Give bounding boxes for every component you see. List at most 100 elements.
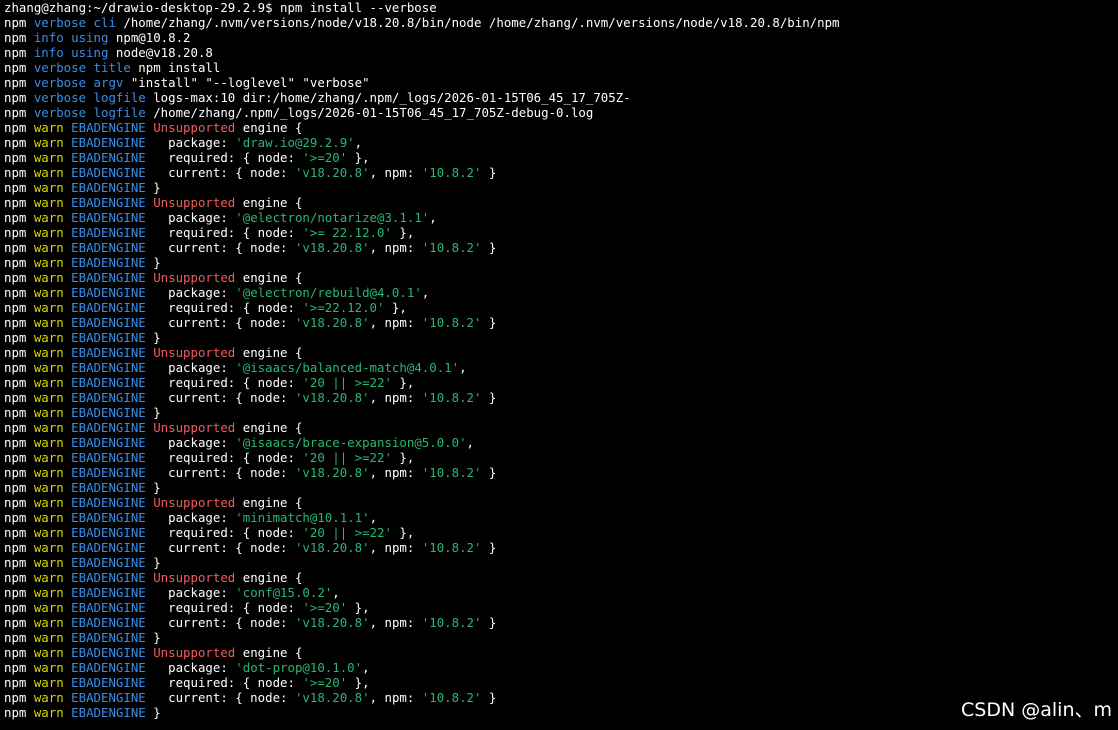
terminal-text-segment: warn [33, 315, 64, 330]
terminal-text-segment: 'v18.20.8' [294, 390, 370, 405]
terminal-line: npm verbose title npm install [4, 60, 1114, 75]
terminal-text-segment: EBADENGINE [63, 585, 146, 600]
terminal-text-segment: npm [4, 570, 34, 585]
terminal-text-segment: npm [4, 15, 34, 30]
terminal-text-segment: warn [33, 600, 64, 615]
terminal-text-segment: warn [33, 510, 64, 525]
terminal-text-segment: , npm: [369, 390, 422, 405]
terminal-text-segment: '@electron/notarize@3.1.1' [235, 210, 430, 225]
terminal-text-segment: npm [4, 420, 34, 435]
terminal-text-segment: warn [33, 150, 64, 165]
terminal-text-segment: Unsupported [145, 495, 236, 510]
terminal-text-segment: warn [33, 660, 64, 675]
terminal-text-segment: npm [4, 450, 34, 465]
terminal-text-segment: } [481, 165, 497, 180]
terminal-text-segment: } [145, 405, 161, 420]
terminal-text-segment: npm [4, 75, 34, 90]
terminal-text-segment: npm [4, 90, 34, 105]
terminal-line: zhang@zhang:~/drawio-desktop-29.2.9$ npm… [4, 0, 1114, 15]
terminal-text-segment: required: { node: [145, 525, 303, 540]
terminal-text-segment: warn [33, 195, 64, 210]
terminal-text-segment: 'v18.20.8' [294, 540, 370, 555]
terminal-text-segment: , npm: [369, 315, 422, 330]
terminal-text-segment: 'dot-prop@10.1.0' [235, 660, 363, 675]
terminal-line: npm warn EBADENGINE package: 'draw.io@29… [4, 135, 1114, 150]
terminal-text-segment: warn [33, 675, 64, 690]
terminal-text-segment: '20 || >=22' [302, 450, 392, 465]
terminal-line: npm warn EBADENGINE required: { node: '>… [4, 600, 1114, 615]
terminal-line: npm warn EBADENGINE current: { node: 'v1… [4, 165, 1114, 180]
terminal-text-segment: current: { node: [145, 540, 295, 555]
terminal-text-segment: } [145, 330, 161, 345]
terminal-text-segment: package: [145, 285, 236, 300]
terminal-text-segment: verbose cli [33, 15, 116, 30]
terminal-text-segment: package: [145, 585, 236, 600]
terminal-text-segment: EBADENGINE [63, 120, 146, 135]
terminal-text-segment: 'v18.20.8' [294, 465, 370, 480]
terminal-text-segment: }, [391, 525, 415, 540]
terminal-text-segment: engine { [235, 645, 303, 660]
terminal-text-segment: logs-max:10 dir:/home/zhang/.npm/_logs/2… [145, 90, 631, 105]
terminal-text-segment: warn [33, 405, 64, 420]
terminal-text-segment: '20 || >=22' [302, 375, 392, 390]
terminal-line: npm warn EBADENGINE current: { node: 'v1… [4, 390, 1114, 405]
terminal-line: npm warn EBADENGINE } [4, 705, 1114, 720]
terminal-text-segment: package: [145, 660, 236, 675]
terminal-text-segment: npm [4, 225, 34, 240]
terminal-text-segment: EBADENGINE [63, 645, 146, 660]
terminal-text-segment: , [369, 510, 378, 525]
terminal-text-segment: warn [33, 615, 64, 630]
terminal-text-segment: EBADENGINE [63, 525, 146, 540]
terminal-text-segment: npm [4, 705, 34, 720]
terminal-text-segment: 'conf@15.0.2' [235, 585, 333, 600]
terminal-text-segment: npm [4, 135, 34, 150]
terminal-text-segment: EBADENGINE [63, 465, 146, 480]
terminal-text-segment: npm [4, 195, 34, 210]
terminal-line: npm warn EBADENGINE required: { node: '>… [4, 675, 1114, 690]
terminal-text-segment: npm [4, 300, 34, 315]
terminal-output[interactable]: zhang@zhang:~/drawio-desktop-29.2.9$ npm… [4, 0, 1114, 730]
terminal-text-segment: npm [4, 375, 34, 390]
terminal-text-segment: current: { node: [145, 390, 295, 405]
terminal-text-segment: 'v18.20.8' [294, 165, 370, 180]
terminal-text-segment: npm [4, 165, 34, 180]
terminal-text-segment: Unsupported [145, 570, 236, 585]
terminal-text-segment: npm [4, 120, 34, 135]
terminal-text-segment: npm [4, 540, 34, 555]
terminal-text-segment: package: [145, 435, 236, 450]
terminal-text-segment: info using [33, 45, 109, 60]
terminal-line: npm info using npm@10.8.2 [4, 30, 1114, 45]
terminal-text-segment: 'v18.20.8' [294, 615, 370, 630]
terminal-text-segment: npm [4, 30, 34, 45]
terminal-text-segment: warn [33, 705, 64, 720]
terminal-text-segment: required: { node: [145, 600, 303, 615]
terminal-line: npm warn EBADENGINE current: { node: 'v1… [4, 690, 1114, 705]
terminal-line: npm warn EBADENGINE package: 'dot-prop@1… [4, 660, 1114, 675]
terminal-line: npm warn EBADENGINE } [4, 630, 1114, 645]
terminal-text-segment: EBADENGINE [63, 435, 146, 450]
terminal-line: npm warn EBADENGINE current: { node: 'v1… [4, 540, 1114, 555]
terminal-text-segment: warn [33, 555, 64, 570]
terminal-text-segment: package: [145, 360, 236, 375]
terminal-line: npm warn EBADENGINE Unsupported engine { [4, 195, 1114, 210]
terminal-text-segment: npm [4, 465, 34, 480]
terminal-text-segment: npm install [130, 60, 221, 75]
terminal-text-segment: EBADENGINE [63, 450, 146, 465]
terminal-text-segment: npm [4, 45, 34, 60]
terminal-text-segment: current: { node: [145, 165, 295, 180]
terminal-text-segment: EBADENGINE [63, 165, 146, 180]
terminal-line: npm warn EBADENGINE } [4, 405, 1114, 420]
terminal-text-segment: EBADENGINE [63, 480, 146, 495]
terminal-text-segment: npm [4, 525, 34, 540]
terminal-text-segment: EBADENGINE [63, 495, 146, 510]
terminal-text-segment: npm [4, 645, 34, 660]
terminal-text-segment: warn [33, 120, 64, 135]
terminal-text-segment: , npm: [369, 240, 422, 255]
terminal-text-segment: npm [4, 600, 34, 615]
terminal-text-segment: npm [4, 480, 34, 495]
terminal-text-segment: '10.8.2' [421, 390, 482, 405]
terminal-text-segment: EBADENGINE [63, 705, 146, 720]
terminal-text-segment: npm [4, 435, 34, 450]
terminal-text-segment: '>=20' [302, 600, 348, 615]
terminal-text-segment: EBADENGINE [63, 315, 146, 330]
